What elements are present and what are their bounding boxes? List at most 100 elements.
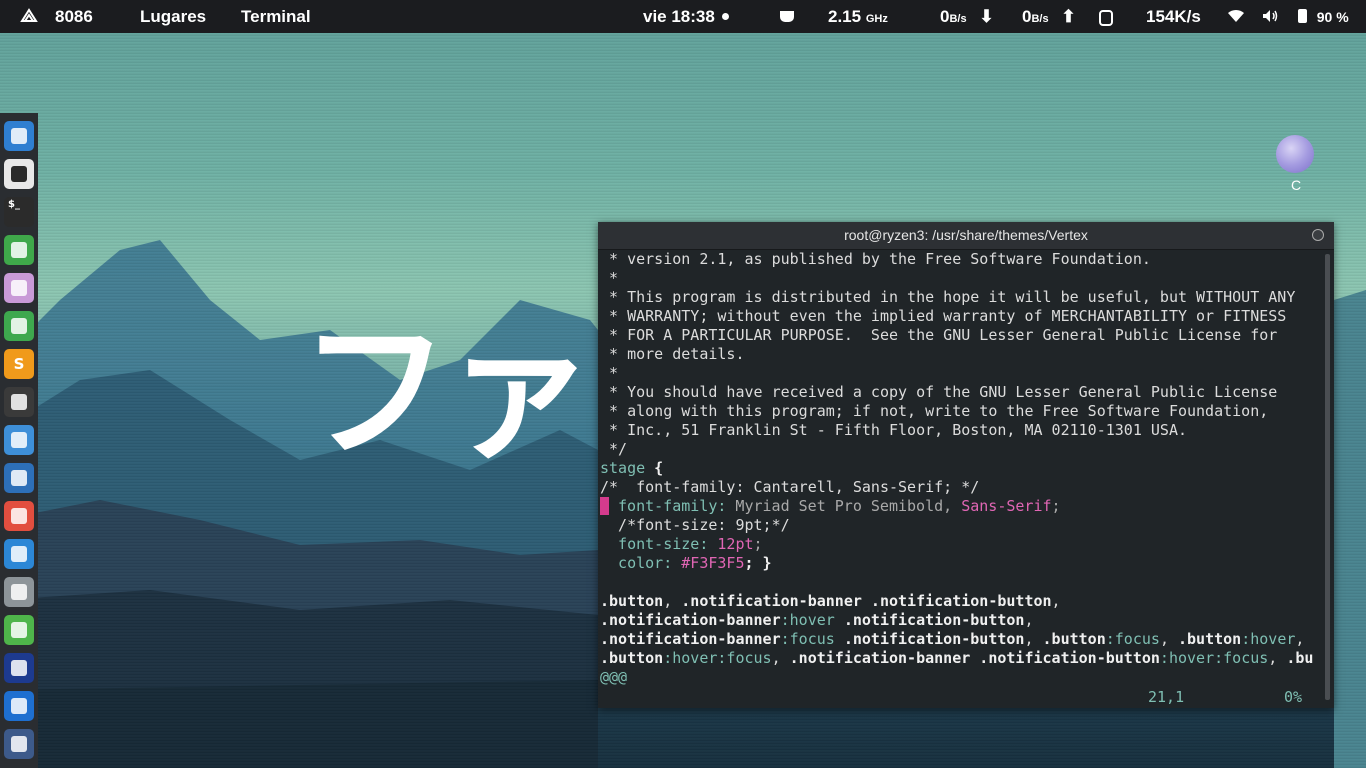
speaker-icon — [1263, 10, 1278, 23]
css-semicolon: ; — [753, 535, 763, 553]
wifi-indicator[interactable] — [1228, 0, 1244, 33]
dock-item-text-editor[interactable] — [4, 121, 34, 151]
css-selector: .button — [1042, 630, 1106, 648]
code-line: .button, .notification-banner .notificat… — [600, 592, 1061, 611]
database-icon — [11, 584, 27, 600]
dock-item-chrome[interactable] — [4, 235, 34, 265]
net-upload-indicator[interactable]: 0B/s ⬆ — [1022, 0, 1076, 33]
css-selector: .button — [600, 592, 664, 610]
css-separator: , — [1268, 649, 1287, 667]
dock-item-activity-monitor[interactable] — [4, 539, 34, 569]
css-semicolon: ; — [1051, 497, 1061, 515]
dock-item-drawing[interactable] — [4, 615, 34, 645]
paw-icon — [11, 470, 27, 486]
code-line: * This program is distributed in the hop… — [600, 288, 1296, 306]
css-separator: , — [663, 592, 682, 610]
code-line: font-family: Myriad Set Pro Semibold, Sa… — [600, 497, 1061, 516]
dock-item-screenshot[interactable] — [4, 425, 34, 455]
css-value: Myriad Set Pro Semibold, — [726, 497, 953, 515]
clipboard-icon — [1099, 9, 1113, 26]
net-down-unit: B/s — [949, 13, 967, 25]
css-selector: .button — [1178, 630, 1242, 648]
code-line: .notification-banner:focus .notification… — [600, 630, 1304, 649]
truncation-marker: @@@ — [600, 668, 628, 686]
css-separator: , — [1295, 630, 1305, 648]
dock-item-disks[interactable] — [4, 577, 34, 607]
css-pseudo: :focus — [780, 630, 835, 648]
dock-item-sublime-text[interactable]: S — [4, 349, 34, 379]
css-pseudo: :hover — [780, 611, 835, 629]
notification-dot-icon — [721, 12, 729, 20]
places-menu[interactable]: Lugares — [140, 0, 206, 33]
dock-item-gnome-foot[interactable] — [4, 463, 34, 493]
dock-item-files[interactable] — [4, 273, 34, 303]
workspace-label[interactable]: 8086 — [55, 0, 93, 33]
camera-icon — [11, 432, 27, 448]
chrome-icon — [11, 242, 27, 258]
monitor-icon — [11, 318, 27, 334]
terminal-title: root@ryzen3: /usr/share/themes/Vertex — [844, 227, 1088, 243]
dock: $_ S — [0, 113, 38, 768]
volume-indicator[interactable] — [1262, 0, 1279, 33]
arrow-down-icon: ⬇ — [979, 7, 994, 26]
dock-item-calculator[interactable] — [4, 387, 34, 417]
dock-item-music-player[interactable] — [4, 159, 34, 189]
arrow-up-icon: ⬆ — [1061, 7, 1076, 26]
dock-item-vlc[interactable] — [4, 653, 34, 683]
code-line: * along with this program; if not, write… — [600, 402, 1269, 420]
dock-item-teamviewer[interactable] — [4, 691, 34, 721]
code-line: color: #F3F3F5; } — [600, 554, 772, 573]
clipboard-indicator[interactable] — [1099, 0, 1113, 33]
code-line: * more details. — [600, 345, 745, 363]
sublime-icon: S — [13, 355, 25, 373]
css-pseudo: :hover — [1241, 630, 1296, 648]
battery-percent: 90 % — [1316, 9, 1349, 25]
app-menu-icon — [20, 8, 38, 23]
css-property: color: — [600, 554, 673, 572]
terminal-window[interactable]: root@ryzen3: /usr/share/themes/Vertex * … — [598, 222, 1334, 708]
css-selector: .notification-banner .notification-butto… — [789, 649, 1160, 667]
net-download-indicator[interactable]: 0B/s ⬇ — [940, 0, 994, 33]
clock-button[interactable]: vie 18:38 — [643, 0, 729, 33]
code-line: * — [600, 269, 619, 287]
css-value: 12pt — [708, 535, 754, 553]
css-pseudo: :hover:focus — [1159, 649, 1269, 667]
close-button[interactable] — [1312, 229, 1324, 241]
app-menu[interactable]: Terminal — [241, 0, 311, 33]
desktop-icon-label: C — [1290, 177, 1302, 193]
css-selector: .notification-banner — [600, 630, 781, 648]
dock-item-terminal[interactable]: $_ — [4, 197, 34, 227]
folder-icon — [11, 280, 27, 296]
wallpaper-text: ファン — [300, 318, 600, 468]
dock-item-system-monitor[interactable] — [4, 311, 34, 341]
calculator-icon — [11, 394, 27, 410]
pen-nib-icon — [11, 736, 27, 752]
css-property: font-size: — [600, 535, 709, 553]
css-selector: .notification-banner — [600, 611, 781, 629]
terminal-content[interactable]: * version 2.1, as published by the Free … — [598, 250, 1322, 708]
terminal-titlebar[interactable]: root@ryzen3: /usr/share/themes/Vertex — [598, 222, 1334, 250]
caffeine-toggle[interactable] — [780, 0, 794, 33]
terminal-scrollbar[interactable] — [1325, 254, 1330, 700]
code-line: stage { — [600, 459, 663, 478]
css-pseudo: :hover:focus — [663, 649, 772, 667]
code-line: font-size: 12pt; — [600, 535, 763, 554]
code-line: */ — [600, 440, 628, 458]
top-panel: 8086 Lugares Terminal vie 18:38 2.15 GHz… — [0, 0, 1366, 33]
dock-item-vector-app[interactable] — [4, 729, 34, 759]
teamviewer-icon — [11, 698, 27, 714]
desktop-icon-c[interactable]: C — [1276, 135, 1316, 195]
code-line: .notification-banner:hover .notification… — [600, 611, 1034, 630]
activities-button[interactable] — [20, 0, 38, 33]
battery-indicator[interactable]: 90 % — [1298, 0, 1349, 33]
css-separator: , — [1024, 630, 1043, 648]
code-line: /*font-size: 9pt;*/ — [600, 516, 790, 534]
css-selector: .button — [600, 649, 664, 667]
coffee-cup-icon — [780, 10, 794, 22]
battery-icon — [1298, 9, 1307, 24]
net-speed-indicator[interactable]: 154K/s — [1146, 0, 1201, 33]
code-line: * Inc., 51 Franklin St - Fifth Floor, Bo… — [600, 421, 1187, 439]
cpu-freq-indicator[interactable]: 2.15 GHz — [828, 0, 888, 33]
music-note-icon — [11, 166, 27, 182]
dock-item-update-manager[interactable] — [4, 501, 34, 531]
